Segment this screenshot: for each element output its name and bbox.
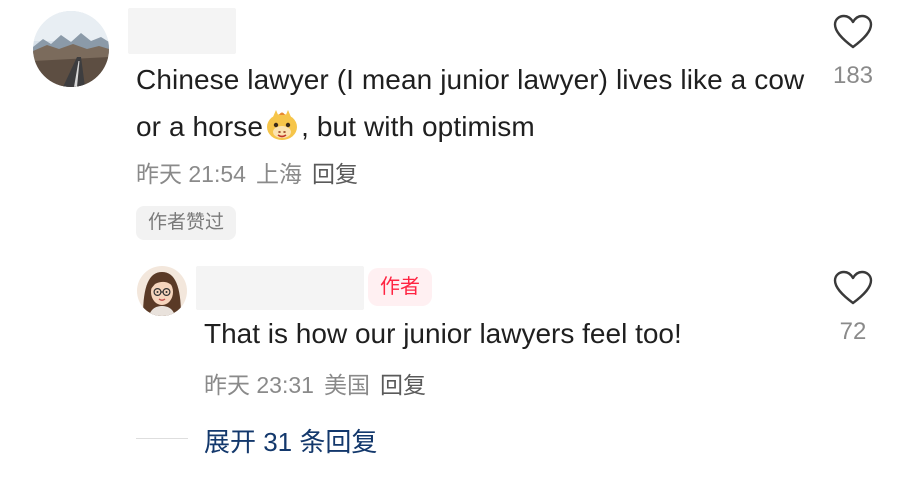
cartoon-woman-avatar-image [137,266,187,316]
reply-button[interactable]: 回复 [312,161,358,187]
reply-to-reply-button[interactable]: 回复 [380,372,426,398]
commenter-avatar[interactable] [33,11,109,87]
landscape-road-image [33,11,109,87]
reply-text: That is how our junior lawyers feel too! [204,318,682,349]
author-liked-badge: 作者赞过 [136,206,237,240]
comment-thread: Chinese lawyer (I mean junior lawyer) li… [0,0,908,496]
comment-location: 上海 [255,161,302,187]
comment-meta: 昨天 21:54 上海 回复 [136,155,368,189]
reply-date: 昨天 23:31 [204,372,314,398]
author-badge: 作者 [368,268,432,306]
heart-outline-icon [833,270,873,305]
horse-face-emoji-icon [264,107,300,143]
comment-date: 昨天 21:54 [136,161,246,187]
like-count: 183 [832,62,874,89]
author-avatar[interactable] [137,266,187,316]
comment-text: Chinese lawyer (I mean junior lawyer) li… [136,64,805,143]
reply-like-button[interactable] [833,270,873,306]
reply-like-count: 72 [839,318,867,345]
reply-meta: 昨天 23:31 美国 回复 [204,366,436,400]
like-button[interactable] [833,14,873,50]
heart-outline-icon [833,14,873,49]
reply-location: 美国 [323,372,370,398]
expand-replies-button[interactable]: 展开 31 条回复 [204,422,377,459]
expand-divider [136,438,188,439]
commenter-name-redacted[interactable] [128,8,236,54]
author-name-redacted[interactable] [196,266,364,310]
